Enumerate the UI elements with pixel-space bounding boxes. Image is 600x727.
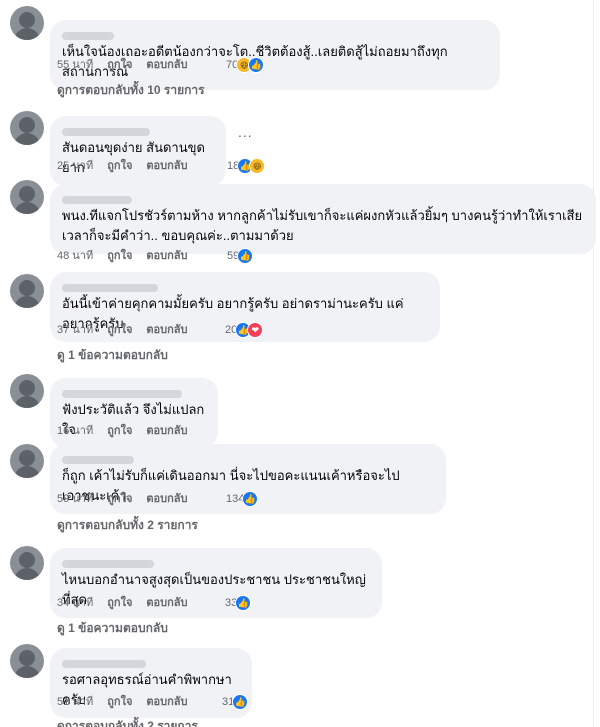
comment-meta: 48 นาที ถูกใจ ตอบกลับ	[57, 248, 202, 264]
view-replies-link[interactable]: ดู 1 ข้อความตอบกลับ	[57, 347, 168, 363]
view-replies-link[interactable]: ดูการตอบกลับทั้ง 10 รายการ	[57, 82, 205, 98]
reply-button[interactable]: ตอบกลับ	[146, 248, 187, 264]
like-button[interactable]: ถูกใจ	[107, 694, 132, 710]
like-icon: 👍	[242, 491, 259, 507]
avatar-body	[14, 296, 40, 308]
comment-bubble: สันดอนขุดง่าย สันดานขุดยาก	[50, 116, 226, 186]
avatar-head	[19, 280, 35, 296]
reaction-summary[interactable]: 31 👍	[222, 693, 249, 711]
comment-bubble: พนง.ทีแจกโปรชัวร์ตามห้าง หากลูกค้าไม่รับ…	[50, 184, 596, 254]
haha-icon: 😆	[249, 158, 266, 174]
avatar[interactable]	[10, 6, 44, 40]
avatar[interactable]	[10, 644, 44, 678]
comment-timestamp[interactable]: 25 นาที	[57, 158, 93, 174]
view-replies-link[interactable]: ดูการตอบกลับทั้ง 2 รายการ	[57, 718, 198, 727]
comment-meta: 55 นาที ถูกใจ ตอบกลับ	[57, 57, 202, 73]
comment-author[interactable]	[62, 555, 370, 568]
reaction-summary[interactable]: 59 👍	[227, 247, 254, 265]
comment-author[interactable]	[62, 279, 428, 292]
comment-meta: 51 นาที ถูกใจ ตอบกลับ	[57, 694, 202, 710]
avatar-body	[14, 666, 40, 678]
comment-timestamp[interactable]: 59 นาที	[57, 491, 93, 507]
comment-timestamp[interactable]: 48 นาที	[57, 248, 93, 264]
avatar[interactable]	[10, 444, 44, 478]
reaction-summary[interactable]: 18 👍 😆	[227, 157, 266, 175]
like-button[interactable]: ถูกใจ	[107, 248, 132, 264]
comment-timestamp[interactable]: 37 นาที	[57, 322, 93, 338]
reply-button[interactable]: ตอบกลับ	[146, 57, 187, 73]
love-icon: ❤	[247, 322, 264, 338]
avatar-head	[19, 380, 35, 396]
reply-button[interactable]: ตอบกลับ	[146, 595, 187, 611]
avatar-body	[14, 396, 40, 408]
avatar[interactable]	[10, 274, 44, 308]
comment-author[interactable]	[62, 451, 434, 464]
reaction-summary[interactable]: 134 👍	[226, 490, 259, 508]
avatar[interactable]	[10, 180, 44, 214]
reply-button[interactable]: ตอบกลับ	[146, 423, 187, 439]
comment-author[interactable]	[62, 27, 488, 40]
view-replies-link[interactable]: ดู 1 ข้อความตอบกลับ	[57, 620, 168, 636]
avatar-head	[19, 117, 35, 133]
reaction-summary[interactable]: 33 👍	[225, 594, 252, 612]
more-options-icon[interactable]: ...	[238, 124, 253, 140]
avatar-head	[19, 450, 35, 466]
like-button[interactable]: ถูกใจ	[107, 491, 132, 507]
reply-button[interactable]: ตอบกลับ	[146, 491, 187, 507]
like-button[interactable]: ถูกใจ	[107, 595, 132, 611]
blurred-author-name	[62, 284, 158, 292]
comment-meta: 34 นาที ถูกใจ ตอบกลับ	[57, 595, 202, 611]
divider	[593, 0, 594, 727]
avatar-body	[14, 28, 40, 40]
comment-meta: 37 นาที ถูกใจ ตอบกลับ	[57, 322, 202, 338]
avatar-body	[14, 202, 40, 214]
comment-timestamp[interactable]: 51 นาที	[57, 694, 93, 710]
avatar-head	[19, 12, 35, 28]
comment-author[interactable]	[62, 123, 214, 136]
avatar-body	[14, 133, 40, 145]
avatar[interactable]	[10, 546, 44, 580]
reply-button[interactable]: ตอบกลับ	[146, 322, 187, 338]
comment-text: พนง.ทีแจกโปรชัวร์ตามห้าง หากลูกค้าไม่รับ…	[62, 208, 583, 243]
comment-author[interactable]	[62, 191, 584, 204]
comment-author[interactable]	[62, 655, 240, 668]
blurred-author-name	[62, 128, 150, 136]
blurred-author-name	[62, 32, 114, 40]
like-icon: 👍	[248, 57, 265, 73]
blurred-author-name	[62, 390, 182, 398]
blurred-author-name	[62, 456, 134, 464]
blurred-author-name	[62, 560, 154, 568]
avatar-body	[14, 568, 40, 580]
avatar-head	[19, 650, 35, 666]
comment-thread: เห็นใจน้องเถอะอดีตน้องกว่าจะโต..ชีวิตต้อ…	[0, 0, 600, 727]
reply-button[interactable]: ตอบกลับ	[146, 694, 187, 710]
comment-author[interactable]	[62, 385, 206, 398]
like-button[interactable]: ถูกใจ	[107, 322, 132, 338]
avatar[interactable]	[10, 111, 44, 145]
like-icon: 👍	[237, 248, 254, 264]
comment-bubble: เห็นใจน้องเถอะอดีตน้องกว่าจะโต..ชีวิตต้อ…	[50, 20, 500, 90]
reaction-summary[interactable]: 20 👍 ❤	[225, 321, 264, 339]
avatar-head	[19, 186, 35, 202]
avatar-head	[19, 552, 35, 568]
like-button[interactable]: ถูกใจ	[107, 423, 132, 439]
blurred-author-name	[62, 660, 146, 668]
comment-meta: 25 นาที ถูกใจ ตอบกลับ	[57, 158, 202, 174]
reply-button[interactable]: ตอบกลับ	[146, 158, 187, 174]
comment-meta: 59 นาที ถูกใจ ตอบกลับ	[57, 491, 202, 507]
comment-timestamp[interactable]: 55 นาที	[57, 57, 93, 73]
comment-timestamp[interactable]: 34 นาที	[57, 595, 93, 611]
view-replies-link[interactable]: ดูการตอบกลับทั้ง 2 รายการ	[57, 517, 198, 533]
avatar[interactable]	[10, 374, 44, 408]
blurred-author-name	[62, 196, 132, 204]
like-icon: 👍	[235, 595, 252, 611]
comment-meta: 16 นาที ถูกใจ ตอบกลับ	[57, 423, 202, 439]
reaction-summary[interactable]: 70 😆 👍	[226, 56, 265, 74]
like-icon: 👍	[232, 694, 249, 710]
avatar-body	[14, 466, 40, 478]
comment-timestamp[interactable]: 16 นาที	[57, 423, 93, 439]
like-button[interactable]: ถูกใจ	[107, 57, 132, 73]
like-button[interactable]: ถูกใจ	[107, 158, 132, 174]
